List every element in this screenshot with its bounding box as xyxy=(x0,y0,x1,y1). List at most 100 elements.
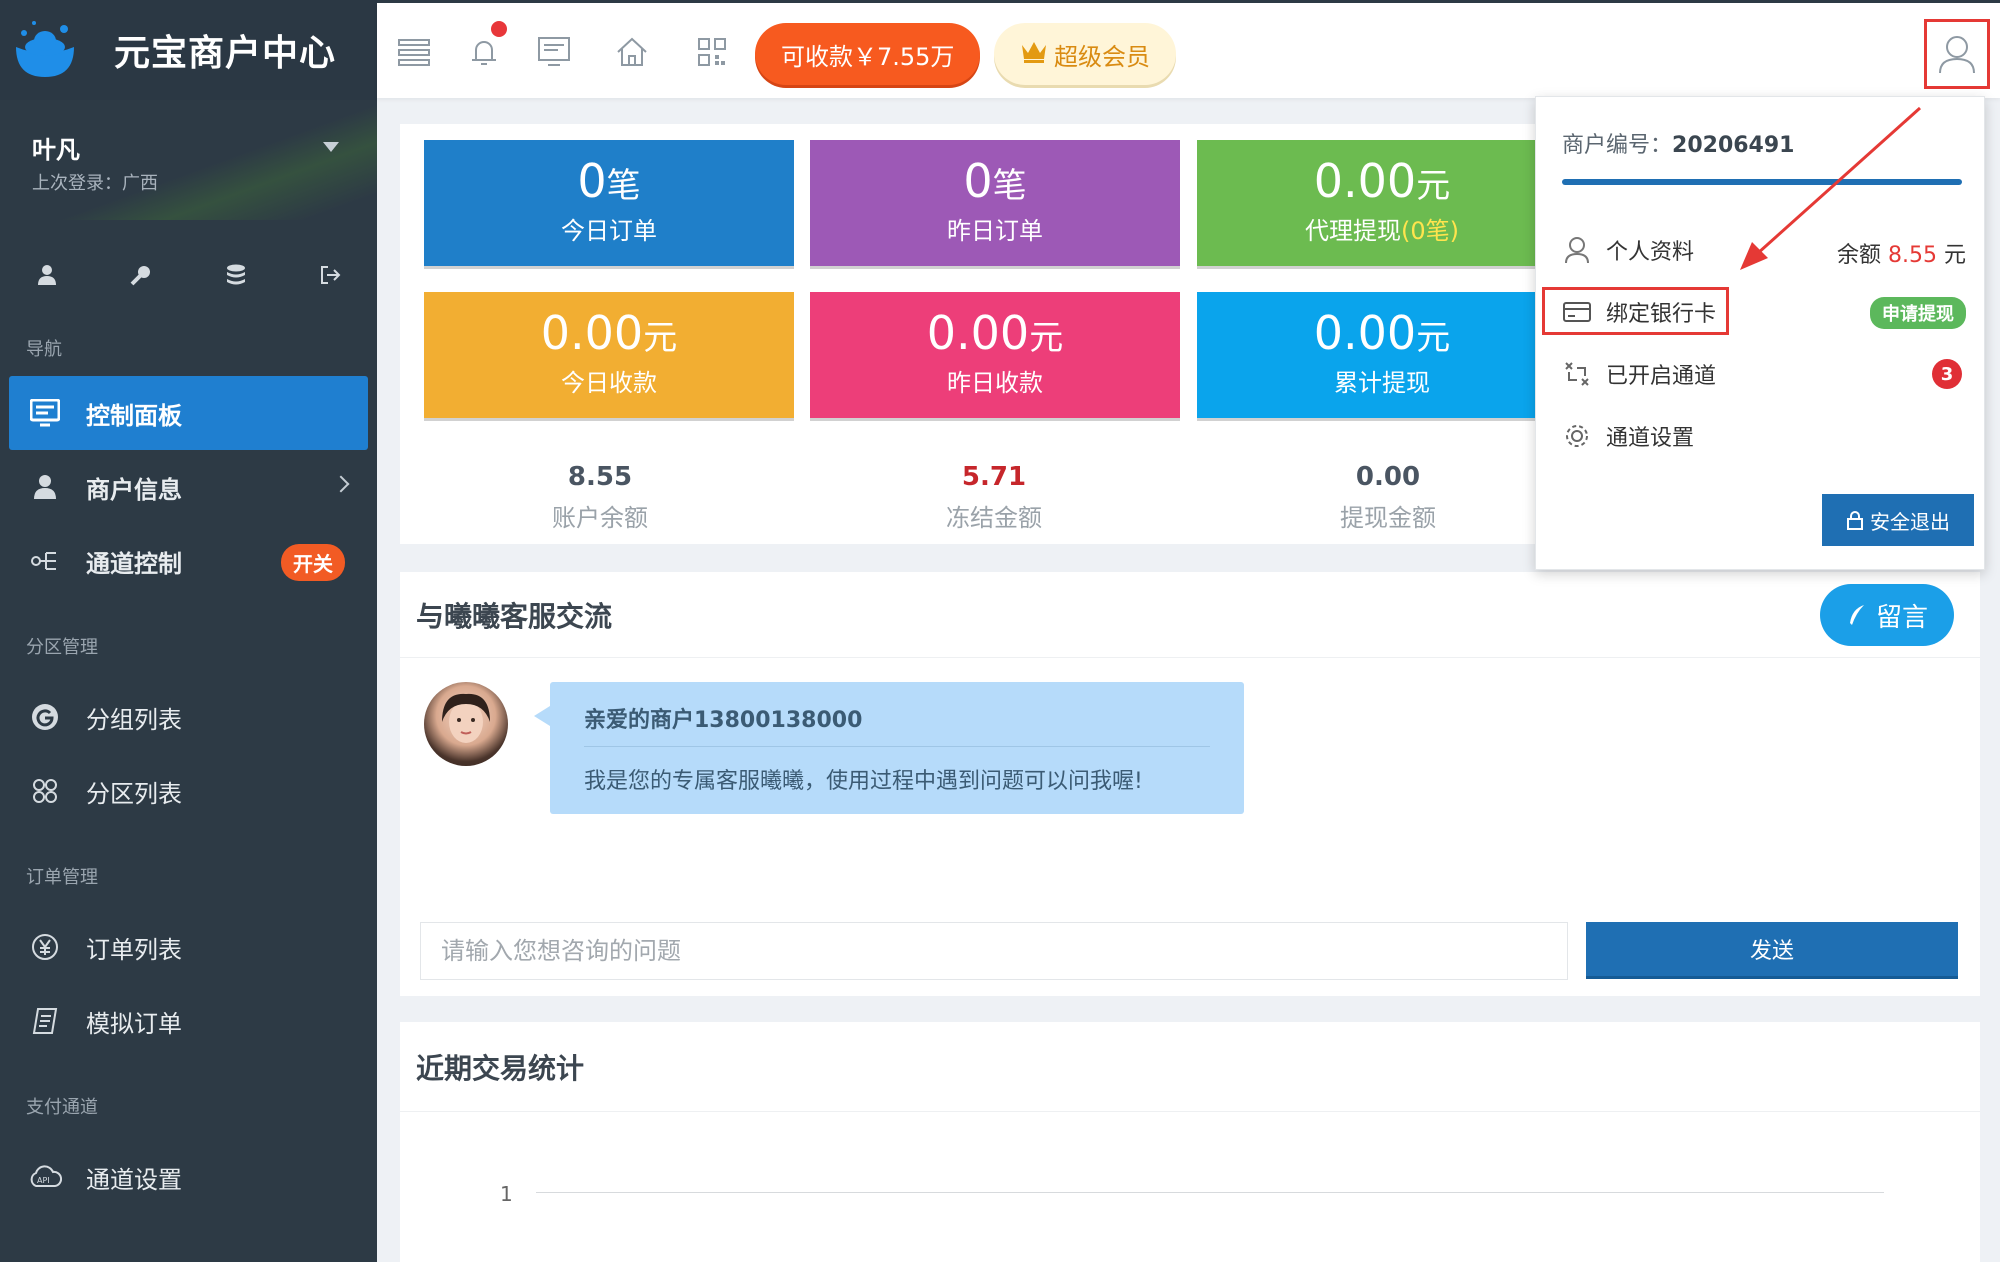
crown-icon xyxy=(1020,39,1048,69)
api-cloud-icon: API xyxy=(28,1160,62,1194)
apply-withdraw-badge[interactable]: 申请提现 xyxy=(1870,297,1966,329)
vip-button[interactable]: 超级会员 xyxy=(994,23,1176,85)
brand-title: 元宝商户中心 xyxy=(114,33,337,74)
home-icon[interactable] xyxy=(613,33,651,71)
yen-icon xyxy=(28,930,62,964)
balance-account: 8.55 账户余额 xyxy=(400,462,800,533)
panel-title: 与曦曦客服交流 xyxy=(400,572,1980,658)
sidebar-item-merchant-info[interactable]: 商户信息 xyxy=(0,450,377,524)
nav-section-title: 支付通道 xyxy=(26,1097,98,1118)
sitemap-icon xyxy=(28,544,62,578)
balance-withdrawn: 0.00 提现金额 xyxy=(1188,462,1588,533)
caret-down-icon[interactable] xyxy=(323,142,339,152)
notification-dot xyxy=(491,21,507,37)
sidebar-item-zone-list[interactable]: 分区列表 xyxy=(0,754,377,828)
nav-section-title: 订单管理 xyxy=(26,867,98,888)
last-login: 上次登录：广西 xyxy=(32,173,158,194)
tile-label: 昨日订单 xyxy=(947,216,1043,245)
tile-yesterday-orders[interactable]: 0笔 昨日订单 xyxy=(810,140,1180,266)
menu-item-label: 绑定银行卡 xyxy=(1606,302,1717,327)
sidebar-item-label: 通道设置 xyxy=(86,1165,182,1194)
user-avatar-button[interactable] xyxy=(1924,19,1990,89)
menu-item-label: 个人资料 xyxy=(1606,240,1695,265)
merchant-id-value: 20206491 xyxy=(1672,133,1795,158)
feather-icon xyxy=(1849,605,1864,625)
qrcode-icon[interactable] xyxy=(693,33,731,71)
receivable-button[interactable]: 可收款￥7.55万 xyxy=(755,23,981,85)
sidebar-item-group-list[interactable]: 分组列表 xyxy=(0,680,377,754)
user-dropdown-menu: 商户编号：20206491 个人资料 余额 8.55 元 绑定银行卡 申请提现 … xyxy=(1535,96,1985,570)
tile-today-receipts[interactable]: 0.00元 今日收款 xyxy=(424,292,794,418)
balance-label: 提现金额 xyxy=(1340,504,1436,532)
tile-value: 0 xyxy=(577,154,607,208)
greeting-text: 亲爱的商户13800138000 xyxy=(584,702,1210,747)
sidebar-item-label: 通道控制 xyxy=(86,549,182,578)
divider-bar xyxy=(1562,179,1962,185)
menu-item-open-channels[interactable]: 已开启通道 3 xyxy=(1562,349,1966,399)
agent-message-bubble: 亲爱的商户13800138000 我是您的专属客服曦曦，使用过程中遇到问题可以问… xyxy=(534,682,1244,814)
tile-unit: 元 xyxy=(1029,318,1064,358)
balance-value: 8.55 xyxy=(567,462,633,492)
chevron-right-icon xyxy=(332,475,350,493)
sidebar-item-channel-settings[interactable]: API 通道设置 xyxy=(0,1140,377,1214)
balance-value: 5.71 xyxy=(961,462,1027,492)
balance-label: 冻结金额 xyxy=(946,504,1042,532)
tile-value: 0.00 xyxy=(1313,154,1417,208)
receipt-icon xyxy=(28,1004,62,1038)
user-outline-icon xyxy=(1562,235,1592,265)
logout-icon[interactable] xyxy=(310,255,350,295)
tile-value: 0 xyxy=(963,154,993,208)
tile-label: 代理提现 xyxy=(1305,216,1401,245)
channel-count-badge: 3 xyxy=(1932,359,1962,389)
sidebar-item-dashboard[interactable]: 控制面板 xyxy=(9,376,368,450)
tile-label: 今日收款 xyxy=(561,368,657,397)
svg-text:API: API xyxy=(37,1176,50,1185)
safe-logout-button[interactable]: 安全退出 xyxy=(1822,494,1974,546)
trade-stats-panel: 近期交易统计 1 xyxy=(400,1022,1980,1262)
sidebar-item-label: 分区列表 xyxy=(86,779,182,808)
tile-unit: 元 xyxy=(643,318,678,358)
brand[interactable]: 元宝商户中心 xyxy=(0,0,377,100)
leave-message-button[interactable]: 留言 xyxy=(1819,584,1954,646)
tile-unit: 元 xyxy=(1416,318,1451,358)
question-input[interactable] xyxy=(420,922,1568,980)
menu-item-profile[interactable]: 个人资料 余额 8.55 元 xyxy=(1562,225,1966,275)
screen-icon[interactable] xyxy=(535,33,573,71)
sidebar-item-mock-order[interactable]: 模拟订单 xyxy=(0,984,377,1058)
tile-total-withdraw[interactable]: 0.00元 累计提现 xyxy=(1197,292,1567,418)
lock-icon xyxy=(1847,511,1863,530)
balance-value: 0.00 xyxy=(1355,462,1421,492)
key-icon[interactable] xyxy=(121,255,161,295)
tile-unit: 元 xyxy=(1416,166,1451,206)
menu-item-channel-settings[interactable]: 通道设置 xyxy=(1562,411,1966,461)
panel-title: 近期交易统计 xyxy=(400,1022,1980,1112)
tile-agent-withdraw[interactable]: 0.00元 代理提现(0笔) xyxy=(1197,140,1567,266)
sidebar-item-label: 商户信息 xyxy=(86,475,182,504)
sidebar-item-label: 订单列表 xyxy=(86,935,182,964)
menu-toggle-icon[interactable] xyxy=(395,33,433,71)
support-chat-panel: 与曦曦客服交流 留言 亲爱的商户13800138000 我是您的专属客服曦曦，使… xyxy=(400,572,1980,996)
tile-label: 昨日收款 xyxy=(947,368,1043,397)
sidebar-item-label: 分组列表 xyxy=(86,705,182,734)
switch-badge[interactable]: 开关 xyxy=(281,544,345,581)
menu-item-bind-card[interactable]: 绑定银行卡 申请提现 xyxy=(1562,287,1966,337)
sidebar-item-order-list[interactable]: 订单列表 xyxy=(0,910,377,984)
profile-icon[interactable] xyxy=(27,255,67,295)
tile-today-orders[interactable]: 0笔 今日订单 xyxy=(424,140,794,266)
sidebar-item-channel-control[interactable]: 通道控制 开关 xyxy=(0,524,377,598)
merchant-id: 商户编号：20206491 xyxy=(1562,127,1794,159)
ingot-logo-icon xyxy=(12,17,78,83)
send-button[interactable]: 发送 xyxy=(1586,922,1958,976)
tile-yesterday-receipts[interactable]: 0.00元 昨日收款 xyxy=(810,292,1180,418)
database-icon[interactable] xyxy=(216,255,256,295)
balance-frozen: 5.71 冻结金额 xyxy=(794,462,1194,533)
menu-item-label: 已开启通道 xyxy=(1606,364,1717,389)
leave-message-label: 留言 xyxy=(1875,602,1928,633)
bell-icon[interactable] xyxy=(465,21,507,71)
user-panel[interactable]: 叶凡 上次登录：广西 xyxy=(0,100,377,220)
user-icon xyxy=(28,470,62,504)
gear-icon xyxy=(1562,421,1592,451)
grid-line xyxy=(536,1192,1884,1193)
merchant-label: 商户编号： xyxy=(1562,133,1673,158)
tile-unit: 笔 xyxy=(992,166,1027,206)
